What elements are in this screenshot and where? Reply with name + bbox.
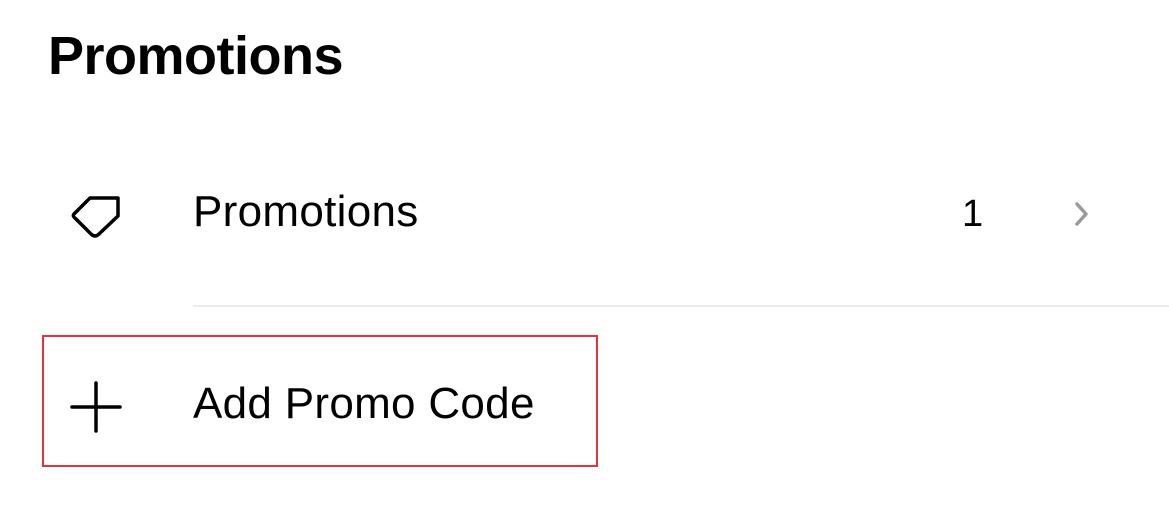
tag-icon [66, 186, 126, 246]
add-promo-code-button[interactable]: Add Promo Code [0, 335, 1169, 469]
add-promo-code-label: Add Promo Code [193, 379, 535, 428]
plus-icon [68, 379, 124, 435]
promotions-row-label: Promotions [193, 187, 419, 236]
promotions-screen: Promotions Promotions 1 Add Promo Code [0, 0, 1169, 511]
chevron-right-icon [1070, 198, 1094, 230]
page-title: Promotions [48, 26, 344, 86]
row-divider [193, 305, 1169, 307]
promotions-count: 1 [962, 193, 984, 235]
promotions-row[interactable]: Promotions 1 [0, 160, 1169, 270]
